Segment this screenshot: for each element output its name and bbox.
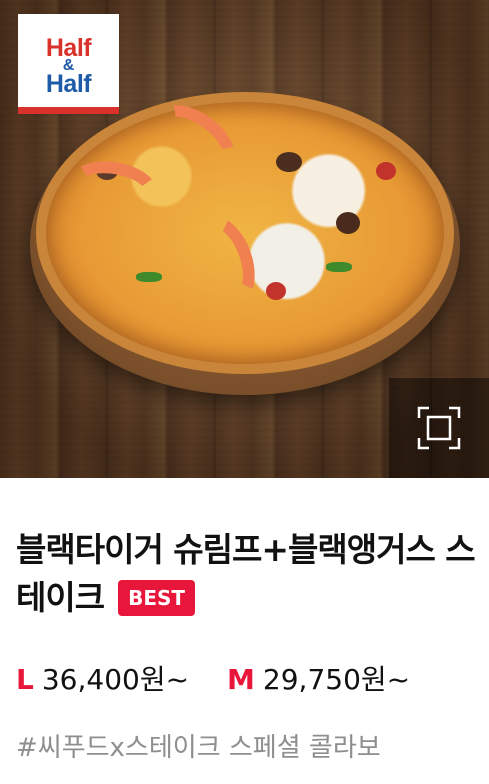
logo-stripe <box>18 107 119 114</box>
product-image[interactable]: Half & Half <box>0 0 489 478</box>
shrimp-topping <box>179 206 267 316</box>
best-badge: BEST <box>118 580 196 616</box>
half-and-half-logo: Half & Half <box>18 14 119 114</box>
size-medium-label: M <box>227 663 255 696</box>
pepper-topping <box>326 262 352 272</box>
price-medium: 29,750원~ <box>262 663 411 696</box>
shrimp-topping <box>137 90 249 192</box>
tomato-topping <box>376 162 396 180</box>
product-title[interactable]: 블랙타이거 슈림프+블랙앵거스 스테이크 BEST <box>16 526 478 622</box>
steak-topping <box>276 152 302 172</box>
pepper-topping <box>136 272 162 282</box>
price-large: 36,400원~ <box>41 663 190 696</box>
pizza-photo <box>36 90 454 374</box>
steak-topping <box>336 212 360 234</box>
hashtag: #씨푸드x스테이크 스페셜 콜라보 <box>16 733 381 763</box>
zoom-button[interactable] <box>389 378 489 478</box>
tomato-topping <box>266 282 286 300</box>
expand-icon <box>417 406 461 450</box>
price-row: L 36,400원~ M 29,750원~ <box>16 662 410 698</box>
product-name: 블랙타이거 슈림프+블랙앵거스 스테이크 <box>16 530 476 617</box>
size-large-label: L <box>16 663 34 696</box>
shrimp-topping <box>61 154 165 228</box>
logo-half-bottom: Half <box>45 70 92 98</box>
